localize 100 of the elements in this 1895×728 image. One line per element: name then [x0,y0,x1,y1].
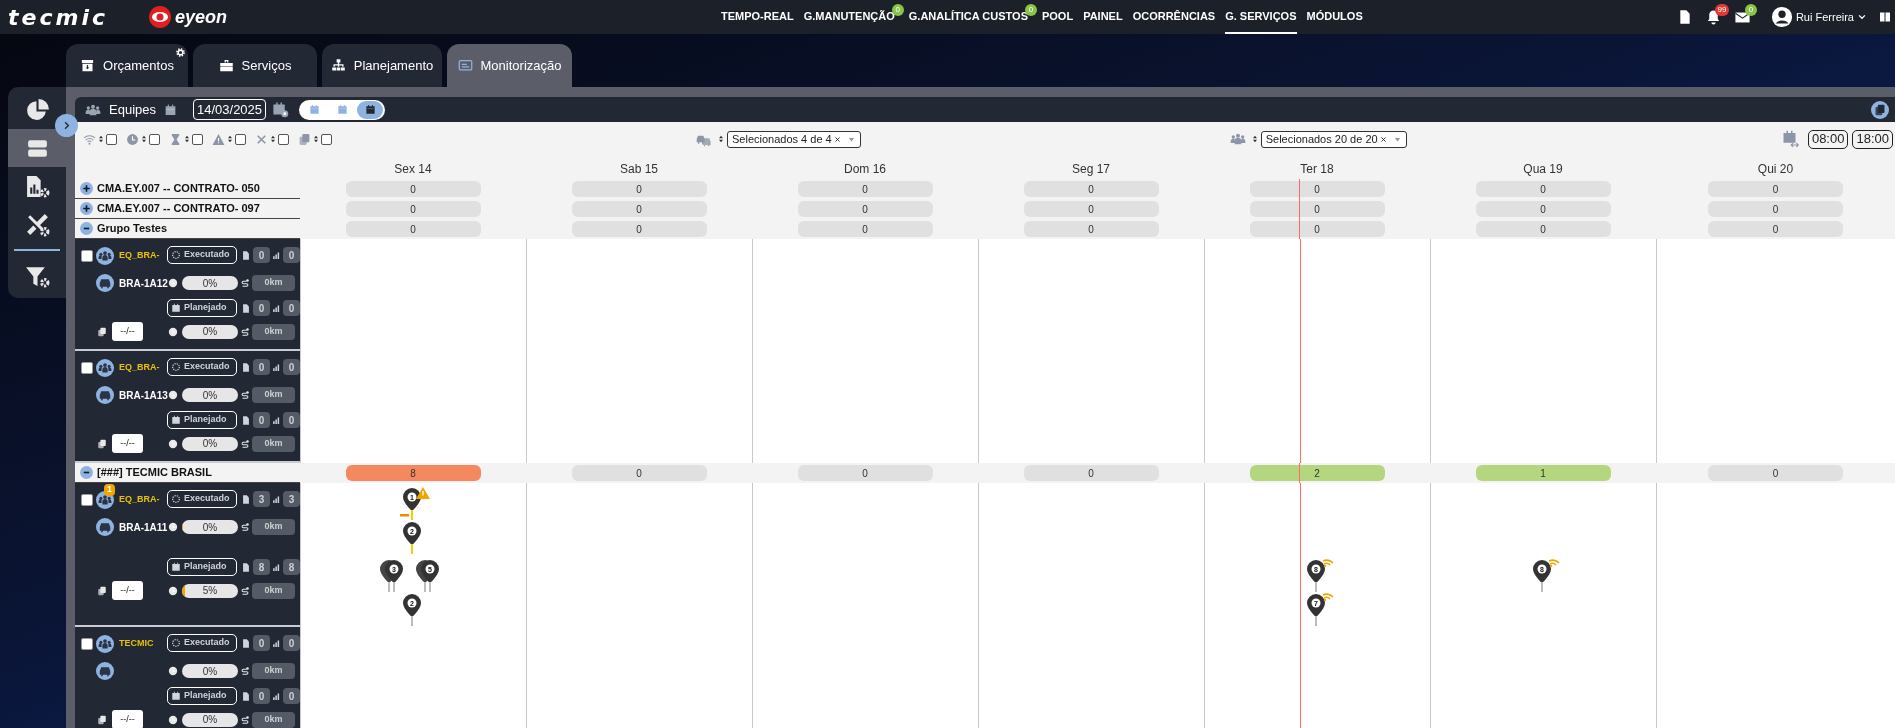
tab[interactable]: Orçamentos [66,44,188,87]
checkbox[interactable] [81,638,93,650]
vehicle-select[interactable]: Selecionados 4 de 4 [727,130,861,148]
toolbar-label: Equipes [109,100,156,119]
report-settings-icon [24,173,50,199]
clock-icon [168,278,178,288]
checkbox[interactable] [192,133,203,145]
count-pill: 0 [1475,201,1611,217]
count-pill: 0 [571,181,707,197]
distance: 0km [252,435,295,452]
chart-icon [272,691,281,701]
settings-icon[interactable] [175,47,186,58]
status-button[interactable]: Planejado [167,687,237,705]
checkbox[interactable] [149,133,160,145]
count-pill: 8 [345,465,481,481]
copy-icon [97,714,107,725]
distance: 0km [252,711,295,728]
status-button[interactable]: Executado [167,634,237,652]
count-pill: 0 [345,181,481,197]
group-name[interactable]: Grupo Testes [97,220,168,237]
nav-link[interactable]: G. SERVIÇOS [1225,0,1297,34]
progress-label: 0% [202,276,218,290]
hourglass-icon [169,132,182,146]
user-name[interactable]: Rui Ferreira [1795,8,1854,26]
count-pill: 0 [1475,181,1611,197]
day-header: Sex 14 [394,161,432,178]
team-name[interactable]: EQ_BRA- [119,493,160,507]
team-select[interactable]: Selecionados 20 de 20 [1260,130,1407,148]
day-header: Dom 16 [844,161,886,178]
calendar-icon [364,104,376,115]
nav-link[interactable]: OCORRÊNCIAS [1132,0,1216,34]
status-button[interactable]: Executado [167,358,237,376]
checkbox[interactable] [278,133,289,145]
team-name[interactable]: TECMIC [119,637,154,651]
alert-badge: 1 [104,484,115,496]
nav-link[interactable]: POOL [1041,0,1074,34]
count-pill: 1 [1475,465,1611,481]
expand-icon[interactable] [80,202,93,215]
counter: 0 [253,635,270,651]
count-pill: 0 [1023,221,1159,237]
collapse-icon[interactable] [80,222,93,235]
vehicle-plate: BRA-1A11 [119,520,168,535]
tab[interactable]: Serviços [193,44,317,87]
count-pill: 0 [1708,181,1843,197]
warning-icon [212,132,225,146]
sort-icon [183,134,191,144]
status-button[interactable]: Planejado [167,299,237,317]
spinner-icon [171,250,181,260]
team-name[interactable]: EQ_BRA- [119,249,160,263]
route-icon [240,522,250,532]
day-header: Qui 20 [1757,161,1794,178]
notification-badge: 99 [1714,3,1729,16]
tab[interactable]: Monitorização [447,44,572,87]
checkbox[interactable] [235,133,246,145]
status-button[interactable]: Planejado [167,558,237,576]
status-button[interactable]: Executado [167,246,237,264]
date-box[interactable]: --/-- [112,434,143,453]
tab[interactable]: Planejamento [322,44,442,87]
sidebar-item[interactable] [8,129,66,167]
date-field[interactable]: 14/03/2025 [193,99,267,120]
chevron-down-icon [1857,12,1867,22]
date-box[interactable]: --/-- [112,322,143,341]
counter: 0 [283,412,300,428]
status-button[interactable]: Planejado [167,411,237,429]
date-box[interactable]: --/-- [112,710,143,728]
vehicle-plate: BRA-1A13 [119,388,168,403]
nav-link[interactable]: MÓDULOS [1306,0,1363,34]
collapse-icon[interactable] [80,466,93,479]
document-icon [241,561,251,573]
vehicle-icon [96,386,114,404]
checkbox[interactable] [106,133,117,145]
distance: 0km [252,387,295,403]
checkbox[interactable] [81,250,93,262]
checkbox[interactable] [321,133,332,145]
time-field[interactable]: 18:00 [1852,129,1893,149]
expand-icon[interactable] [80,182,93,195]
count-pill: 0 [797,181,933,197]
status-button[interactable]: Executado [167,490,237,508]
counter: 0 [253,412,270,428]
counter: 0 [253,247,270,263]
checkbox[interactable] [81,362,93,374]
chart-icon [272,362,281,372]
progress-label: 0% [202,664,218,678]
time-field[interactable]: 08:00 [1807,129,1849,149]
group-name[interactable]: CMA.EY.007 -- CONTRATO- 050 [97,180,260,197]
document-icon [241,637,251,649]
checkbox[interactable] [81,494,93,506]
sort-icon [226,134,234,144]
group-name[interactable]: [###] TECMIC BRASIL [97,464,212,481]
calendar-icon [171,562,181,572]
calendar-icon [171,691,181,701]
nav-link[interactable]: PAINEL [1083,0,1123,34]
count-pill: 0 [1708,465,1843,481]
date-box[interactable]: --/-- [112,581,143,600]
group-name[interactable]: CMA.EY.007 -- CONTRATO- 097 [97,200,260,217]
team-name[interactable]: EQ_BRA- [119,361,160,375]
nav-link[interactable]: TEMPO-REAL [721,0,794,34]
count-pill: 0 [797,221,933,237]
count-pill: 0 [1708,201,1843,217]
view-button[interactable] [357,100,384,119]
